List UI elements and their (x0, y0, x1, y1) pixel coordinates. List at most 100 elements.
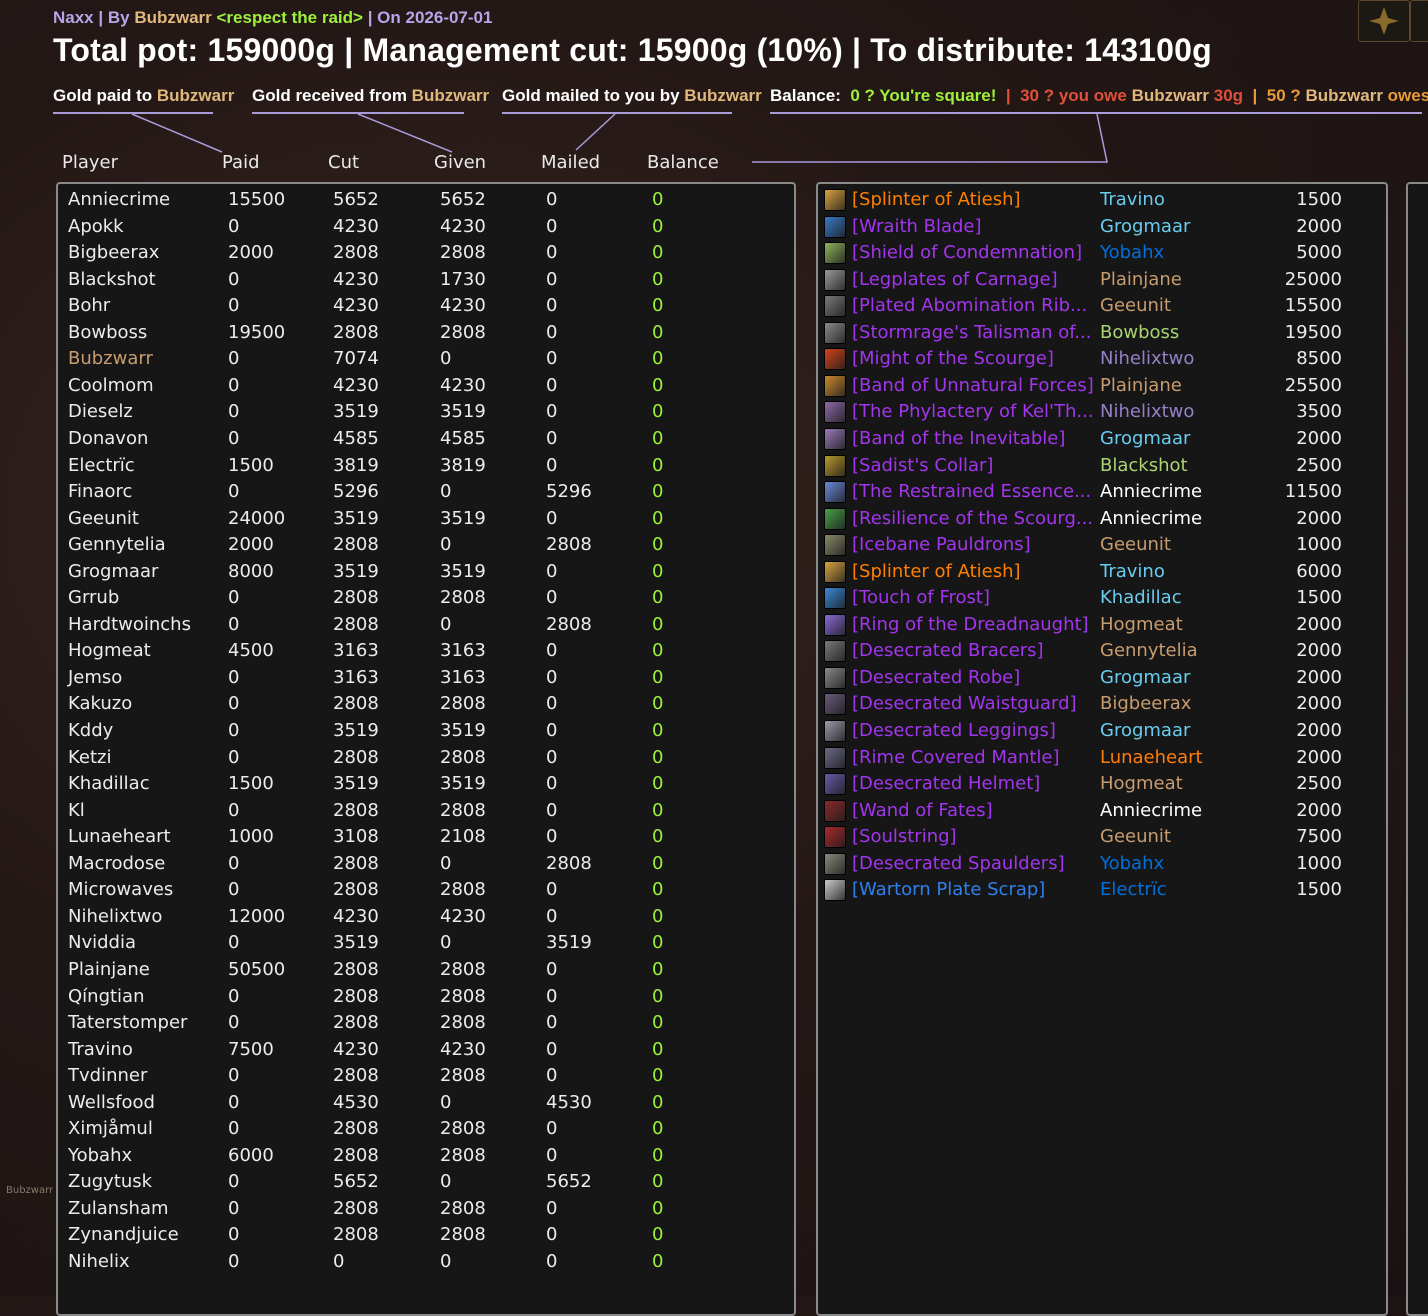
loot-row[interactable]: [Wand of Fates] Anniecrime 2000 (818, 798, 1386, 824)
table-row[interactable]: Jemso 0 3163 3163 0 0 (58, 665, 794, 691)
table-row[interactable]: Bowboss 19500 2808 2808 0 0 (58, 320, 794, 346)
loot-row[interactable]: [The Phylactery of Kel'Th... Nihelixtwo 35… (818, 399, 1386, 425)
table-row[interactable]: Hardtwoinchs 0 2808 0 2808 0 (58, 612, 794, 638)
table-row[interactable]: Ketzi 0 2808 2808 0 0 (58, 745, 794, 771)
table-row[interactable]: Nihelixtwo 12000 4230 4230 0 0 (58, 904, 794, 930)
item-link[interactable]: [Band of the Inevitable] (852, 426, 1065, 452)
item-link[interactable]: [Plated Abomination Rib... (852, 293, 1087, 319)
item-link[interactable]: [Touch of Frost] (852, 585, 990, 611)
item-link[interactable]: [Icebane Pauldrons] (852, 532, 1031, 558)
item-link[interactable]: [Desecrated Waistguard] (852, 691, 1077, 717)
table-row[interactable]: Travino 7500 4230 4230 0 0 (58, 1037, 794, 1063)
table-row[interactable]: Qíngtian 0 2808 2808 0 0 (58, 984, 794, 1010)
table-row[interactable]: Hogmeat 4500 3163 3163 0 0 (58, 638, 794, 664)
loot-row[interactable]: [Resilience of the Scourg... Anniecrime 20… (818, 506, 1386, 532)
col-paid[interactable]: Paid (222, 152, 260, 173)
table-row[interactable]: Donavon 0 4585 4585 0 0 (58, 426, 794, 452)
loot-table[interactable]: [Splinter of Atiesh] Travino 1500 [Wraith B… (816, 182, 1388, 1316)
col-cut[interactable]: Cut (328, 152, 359, 173)
table-row[interactable]: Geeunit 24000 3519 3519 0 0 (58, 506, 794, 532)
col-mailed[interactable]: Mailed (541, 152, 600, 173)
item-link[interactable]: [Desecrated Helmet] (852, 771, 1040, 797)
table-row[interactable]: Nviddia 0 3519 0 3519 0 (58, 930, 794, 956)
item-link[interactable]: [Might of the Scourge] (852, 346, 1054, 372)
col-balance[interactable]: Balance (647, 152, 719, 173)
table-row[interactable]: Khadillac 1500 3519 3519 0 0 (58, 771, 794, 797)
table-row[interactable]: Bubzwarr 0 7074 0 0 0 (58, 346, 794, 372)
loot-row[interactable]: [Legplates of Carnage] Plainjane 25000 (818, 267, 1386, 293)
loot-row[interactable]: [Desecrated Waistguard] Bigbeerax 2000 (818, 691, 1386, 717)
table-row[interactable]: Kddy 0 3519 3519 0 0 (58, 718, 794, 744)
loot-row[interactable]: [Desecrated Spaulders] Yobahx 1000 (818, 851, 1386, 877)
loot-row[interactable]: [Desecrated Leggings] Grogmaar 2000 (818, 718, 1386, 744)
loot-row[interactable]: [Band of the Inevitable] Grogmaar 2000 (818, 426, 1386, 452)
item-link[interactable]: [Shield of Condemnation] (852, 240, 1082, 266)
item-link[interactable]: [Desecrated Leggings] (852, 718, 1056, 744)
item-link[interactable]: [Sadist's Collar] (852, 453, 993, 479)
loot-row[interactable]: [Shield of Condemnation] Yobahx 5000 (818, 240, 1386, 266)
table-row[interactable]: Bohr 0 4230 4230 0 0 (58, 293, 794, 319)
loot-row[interactable]: [Stormrage's Talisman of... Bowboss 19500 (818, 320, 1386, 346)
item-link[interactable]: [Resilience of the Scourg... (852, 506, 1093, 532)
table-row[interactable]: Apokk 0 4230 4230 0 0 (58, 214, 794, 240)
table-row[interactable]: Zugytusk 0 5652 0 5652 0 (58, 1169, 794, 1195)
item-link[interactable]: [Stormrage's Talisman of... (852, 320, 1091, 346)
loot-row[interactable]: [Icebane Pauldrons] Geeunit 1000 (818, 532, 1386, 558)
item-link[interactable]: [Rime Covered Mantle] (852, 745, 1060, 771)
loot-row[interactable]: [Ring of the Dreadnaught] Hogmeat 2000 (818, 612, 1386, 638)
table-row[interactable]: Bigbeerax 2000 2808 2808 0 0 (58, 240, 794, 266)
item-link[interactable]: [Splinter of Atiesh] (852, 559, 1021, 585)
table-row[interactable]: Electrïc 1500 3819 3819 0 0 (58, 453, 794, 479)
loot-row[interactable]: [Touch of Frost] Khadillac 1500 (818, 585, 1386, 611)
table-row[interactable]: Wellsfood 0 4530 0 4530 0 (58, 1090, 794, 1116)
loot-row[interactable]: [Wartorn Plate Scrap] Electrïc 1500 (818, 877, 1386, 903)
table-row[interactable]: Macrodose 0 2808 0 2808 0 (58, 851, 794, 877)
item-link[interactable]: [Soulstring] (852, 824, 957, 850)
table-row[interactable]: Dieselz 0 3519 3519 0 0 (58, 399, 794, 425)
table-row[interactable]: Lunaeheart 1000 3108 2108 0 0 (58, 824, 794, 850)
item-link[interactable]: [Wartorn Plate Scrap] (852, 877, 1045, 903)
loot-row[interactable]: [Plated Abomination Rib... Geeunit 15500 (818, 293, 1386, 319)
item-link[interactable]: [The Phylactery of Kel'Th... (852, 399, 1094, 425)
loot-row[interactable]: [Sadist's Collar] Blackshot 2500 (818, 453, 1386, 479)
item-link[interactable]: [Desecrated Bracers] (852, 638, 1044, 664)
item-link[interactable]: [Ring of the Dreadnaught] (852, 612, 1089, 638)
table-row[interactable]: Gennytelia 2000 2808 0 2808 0 (58, 532, 794, 558)
loot-row[interactable]: [Might of the Scourge] Nihelixtwo 8500 (818, 346, 1386, 372)
loot-row[interactable]: [Desecrated Bracers] Gennytelia 2000 (818, 638, 1386, 664)
item-link[interactable]: [Band of Unnatural Forces] (852, 373, 1094, 399)
table-row[interactable]: Finaorc 0 5296 0 5296 0 (58, 479, 794, 505)
table-row[interactable]: Tvdinner 0 2808 2808 0 0 (58, 1063, 794, 1089)
item-link[interactable]: [Desecrated Spaulders] (852, 851, 1065, 877)
table-row[interactable]: Zulansham 0 2808 2808 0 0 (58, 1196, 794, 1222)
loot-row[interactable]: [Desecrated Robe] Grogmaar 2000 (818, 665, 1386, 691)
loot-row[interactable]: [Splinter of Atiesh] Travino 1500 (818, 187, 1386, 213)
table-row[interactable]: Taterstomper 0 2808 2808 0 0 (58, 1010, 794, 1036)
table-row[interactable]: Ximjåmul 0 2808 2808 0 0 (58, 1116, 794, 1142)
table-row[interactable]: Anniecrime 15500 5652 5652 0 0 (58, 187, 794, 213)
table-row[interactable]: Grrub 0 2808 2808 0 0 (58, 585, 794, 611)
table-row[interactable]: Yobahx 6000 2808 2808 0 0 (58, 1143, 794, 1169)
table-row[interactable]: Coolmom 0 4230 4230 0 0 (58, 373, 794, 399)
col-player[interactable]: Player (62, 152, 118, 173)
table-row[interactable]: Kakuzo 0 2808 2808 0 0 (58, 691, 794, 717)
loot-row[interactable]: [Band of Unnatural Forces] Plainjane 25500 (818, 373, 1386, 399)
loot-row[interactable]: [Rime Covered Mantle] Lunaeheart 2000 (818, 745, 1386, 771)
player-table[interactable]: Anniecrime 15500 5652 5652 0 0 Apokk 0 4230 4230 0… (56, 182, 796, 1316)
item-link[interactable]: [Wand of Fates] (852, 798, 993, 824)
table-row[interactable]: Blackshot 0 4230 1730 0 0 (58, 267, 794, 293)
loot-row[interactable]: [The Restrained Essence... Anniecrime 1150… (818, 479, 1386, 505)
item-link[interactable]: [Desecrated Robe] (852, 665, 1020, 691)
table-row[interactable]: Microwaves 0 2808 2808 0 0 (58, 877, 794, 903)
table-row[interactable]: Zynandjuice 0 2808 2808 0 0 (58, 1222, 794, 1248)
item-link[interactable]: [Splinter of Atiesh] (852, 187, 1021, 213)
table-row[interactable]: Nihelix 0 0 0 0 0 (58, 1249, 794, 1275)
table-row[interactable]: Kl 0 2808 2808 0 0 (58, 798, 794, 824)
item-link[interactable]: [The Restrained Essence... (852, 479, 1091, 505)
loot-row[interactable]: [Wraith Blade] Grogmaar 2000 (818, 214, 1386, 240)
loot-row[interactable]: [Soulstring] Geeunit 7500 (818, 824, 1386, 850)
table-row[interactable]: Plainjane 50500 2808 2808 0 0 (58, 957, 794, 983)
loot-row[interactable]: [Splinter of Atiesh] Travino 6000 (818, 559, 1386, 585)
col-given[interactable]: Given (434, 152, 486, 173)
item-link[interactable]: [Legplates of Carnage] (852, 267, 1058, 293)
